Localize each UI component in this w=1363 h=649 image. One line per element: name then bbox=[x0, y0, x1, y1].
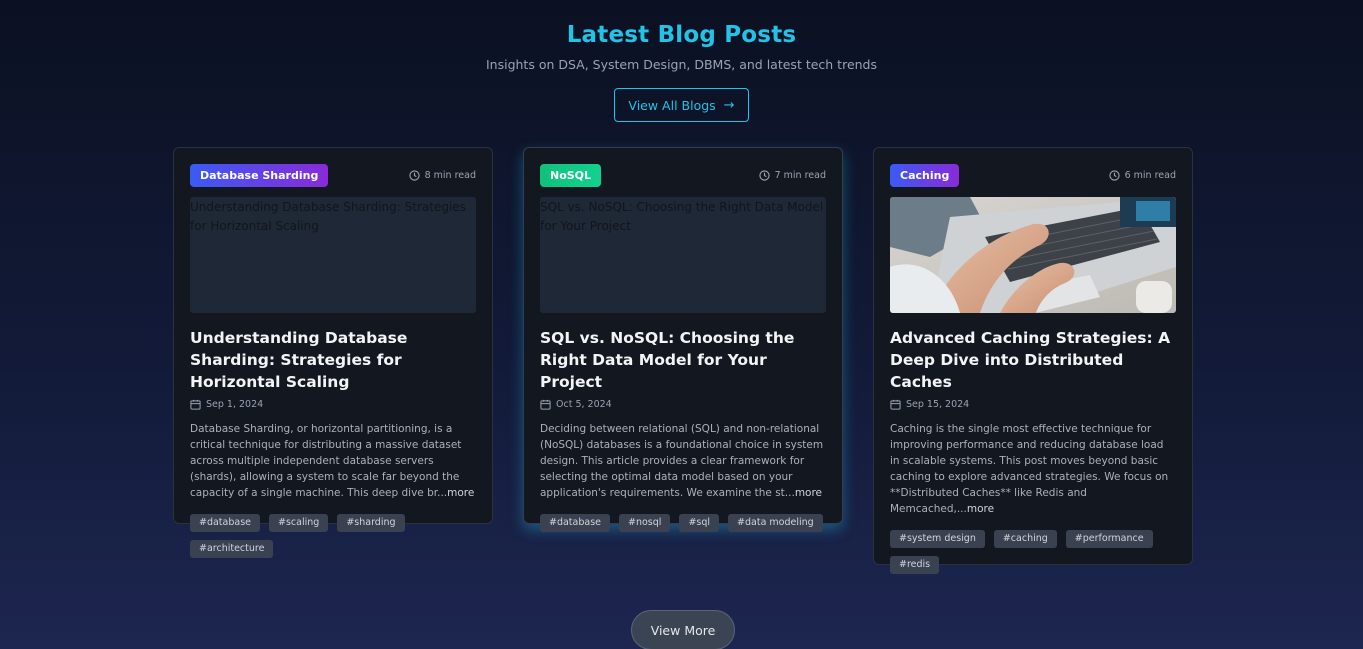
post-date-label: Sep 1, 2024 bbox=[206, 399, 264, 410]
read-time-label: 6 min read bbox=[1124, 170, 1176, 181]
tag[interactable]: #performance bbox=[1065, 530, 1153, 548]
post-date: Oct 5, 2024 bbox=[540, 399, 826, 410]
read-more-link[interactable]: more bbox=[967, 503, 994, 515]
excerpt-text: Deciding between relational (SQL) and no… bbox=[540, 423, 824, 499]
tag[interactable]: #sql bbox=[679, 514, 720, 532]
laptop-photo bbox=[890, 197, 1176, 313]
read-more-link[interactable]: more bbox=[447, 487, 474, 499]
post-excerpt: Deciding between relational (SQL) and no… bbox=[540, 421, 826, 501]
post-date-label: Sep 15, 2024 bbox=[906, 399, 970, 410]
blog-card[interactable]: Caching 6 min read Advanced Caching Stra… bbox=[873, 147, 1193, 574]
arrow-right-icon: → bbox=[723, 97, 735, 113]
category-badge[interactable]: Caching bbox=[890, 164, 960, 187]
tag[interactable]: #nosql bbox=[619, 514, 671, 532]
tag[interactable]: #redis bbox=[890, 556, 940, 574]
category-badge[interactable]: NoSQL bbox=[540, 164, 602, 187]
category-badge[interactable]: Database Sharding bbox=[190, 164, 329, 187]
post-excerpt: Caching is the single most effective tec… bbox=[890, 421, 1176, 517]
calendar-icon bbox=[190, 399, 201, 410]
tag-list: #system design #caching #performance #re… bbox=[890, 530, 1176, 574]
read-time-label: 8 min read bbox=[424, 170, 476, 181]
view-all-label: View All Blogs bbox=[628, 97, 716, 113]
tag[interactable]: #database bbox=[190, 514, 261, 532]
read-more-link[interactable]: more bbox=[795, 487, 822, 499]
section-subtitle: Insights on DSA, System Design, DBMS, an… bbox=[485, 57, 877, 72]
read-time: 7 min read bbox=[758, 170, 826, 181]
blog-card[interactable]: Database Sharding 8 min read Understandi… bbox=[173, 147, 493, 558]
post-date: Sep 1, 2024 bbox=[190, 399, 476, 410]
tag[interactable]: #sharding bbox=[337, 514, 405, 532]
tag[interactable]: #system design bbox=[890, 530, 985, 548]
post-title[interactable]: SQL vs. NoSQL: Choosing the Right Data M… bbox=[540, 327, 826, 393]
clock-icon bbox=[758, 170, 770, 181]
post-thumbnail[interactable] bbox=[890, 197, 1176, 313]
tag[interactable]: #data modeling bbox=[728, 514, 823, 532]
thumbnail-alt-text: SQL vs. NoSQL: Choosing the Right Data M… bbox=[540, 200, 824, 233]
section-header: Latest Blog Posts Insights on DSA, Syste… bbox=[0, 20, 1363, 122]
post-excerpt: Database Sharding, or horizontal partiti… bbox=[190, 421, 476, 501]
tag[interactable]: #database bbox=[540, 514, 611, 532]
thumbnail-alt-text: Understanding Database Sharding: Strateg… bbox=[190, 200, 466, 233]
excerpt-text: Database Sharding, or horizontal partiti… bbox=[190, 423, 462, 499]
tag[interactable]: #architecture bbox=[190, 540, 274, 558]
calendar-icon bbox=[890, 399, 901, 410]
excerpt-text: Caching is the single most effective tec… bbox=[890, 423, 1169, 515]
read-time-label: 7 min read bbox=[774, 170, 826, 181]
calendar-icon bbox=[540, 399, 551, 410]
post-date-label: Oct 5, 2024 bbox=[556, 399, 612, 410]
clock-icon bbox=[1108, 170, 1120, 181]
read-time: 8 min read bbox=[408, 170, 476, 181]
view-all-blogs-button[interactable]: View All Blogs → bbox=[614, 88, 749, 122]
tag[interactable]: #scaling bbox=[269, 514, 329, 532]
section-title: Latest Blog Posts bbox=[566, 22, 797, 48]
tag[interactable]: #caching bbox=[993, 530, 1057, 548]
blog-card[interactable]: NoSQL 7 min read SQL vs. NoSQL: Choosing… bbox=[523, 147, 843, 532]
tag-list: #database #scaling #sharding #architectu… bbox=[190, 514, 476, 558]
post-title[interactable]: Understanding Database Sharding: Strateg… bbox=[190, 327, 476, 393]
post-thumbnail[interactable]: SQL vs. NoSQL: Choosing the Right Data M… bbox=[540, 197, 826, 313]
clock-icon bbox=[408, 170, 420, 181]
read-time: 6 min read bbox=[1108, 170, 1176, 181]
post-thumbnail[interactable]: Understanding Database Sharding: Strateg… bbox=[190, 197, 476, 313]
post-date: Sep 15, 2024 bbox=[890, 399, 1176, 410]
view-more-button[interactable]: View More bbox=[631, 610, 735, 649]
tag-list: #database #nosql #sql #data modeling bbox=[540, 514, 826, 532]
post-title[interactable]: Advanced Caching Strategies: A Deep Dive… bbox=[890, 327, 1176, 393]
